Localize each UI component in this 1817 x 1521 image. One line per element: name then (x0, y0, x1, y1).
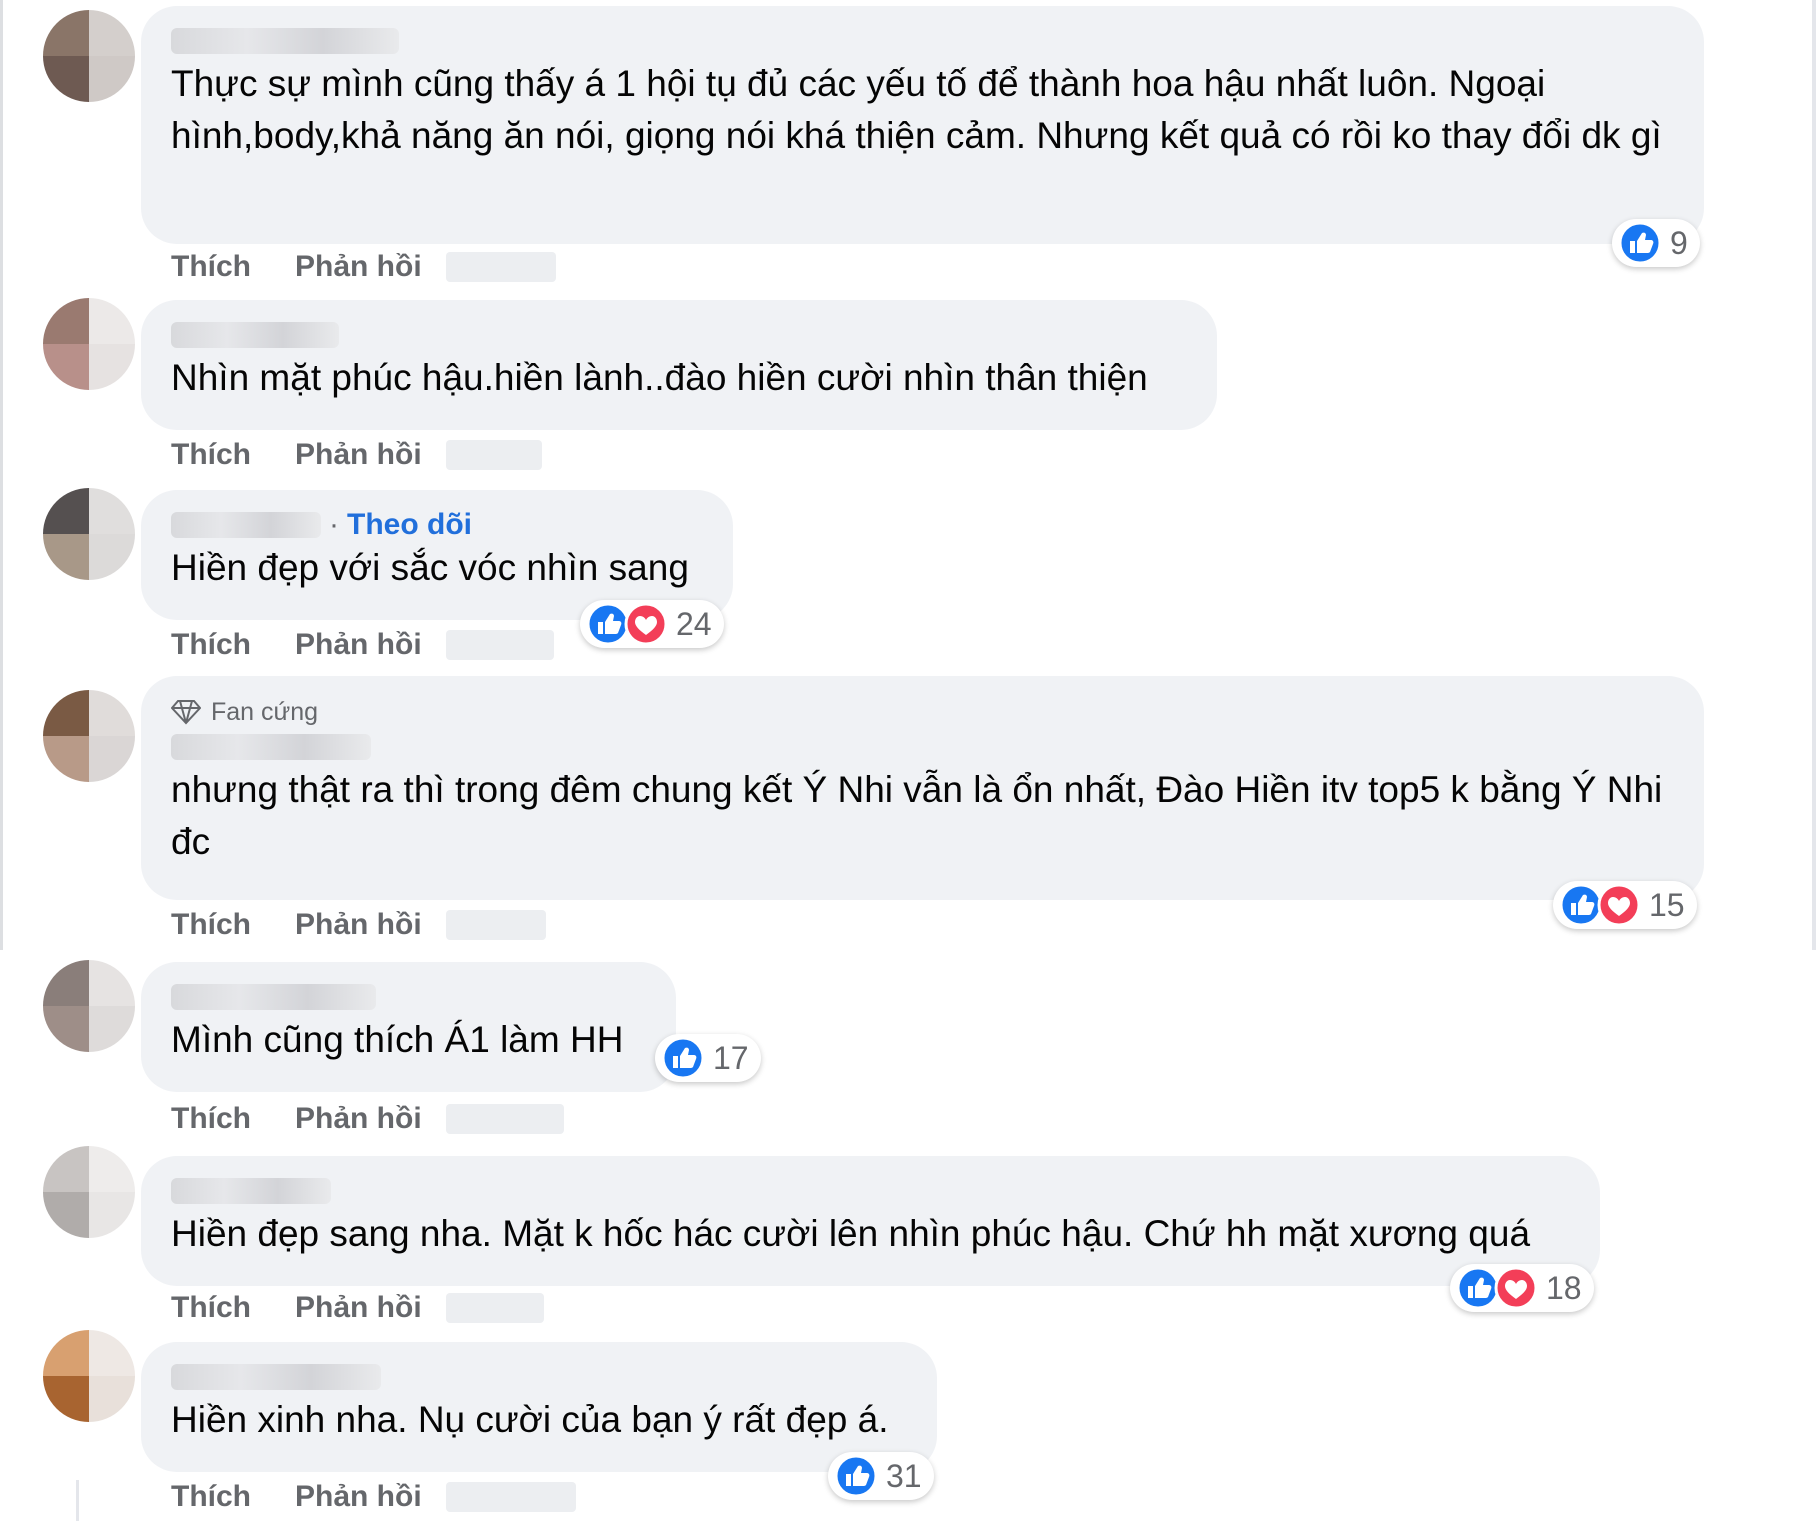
comment-text: Mình cũng thích Á1 làm HH (171, 1019, 624, 1060)
timestamp-blurred[interactable] (445, 630, 554, 660)
page-edge-right (1812, 0, 1816, 950)
comment-bubble: Hiền xinh nha. Nụ cười của bạn ý rất đẹp… (141, 1342, 937, 1472)
reply-button[interactable]: Phản hồi (295, 1480, 422, 1514)
fan-badge: Fan cứng (171, 694, 1674, 730)
fan-badge-label: Fan cứng (211, 697, 319, 726)
timestamp-blurred[interactable] (445, 910, 546, 940)
comment-bubble: Nhìn mặt phúc hậu.hiền lành..đào hiền cư… (141, 300, 1217, 430)
comment-bubble: Hiền đẹp sang nha. Mặt k hốc hác cười lê… (141, 1156, 1600, 1286)
comment-text: Thực sự mình cũng thấy á 1 hội tụ đủ các… (171, 63, 1662, 156)
reply-button[interactable]: Phản hồi (295, 1291, 422, 1325)
comment-actions: Thích Phản hồi (171, 908, 546, 942)
comment-actions: Thích Phản hồi (171, 1291, 544, 1325)
like-button[interactable]: Thích (171, 1291, 251, 1325)
diamond-icon (171, 700, 201, 725)
reactions-badge[interactable]: 15 (1553, 881, 1697, 929)
like-reaction-icon (834, 1454, 878, 1498)
love-reaction-icon (624, 602, 668, 646)
separator-dot: · (329, 508, 339, 541)
reaction-count: 31 (886, 1457, 922, 1494)
reaction-count: 17 (713, 1039, 749, 1076)
comment-actions: Thích Phản hồi (171, 1480, 576, 1514)
like-button[interactable]: Thích (171, 628, 251, 662)
comment-text: Hiền xinh nha. Nụ cười của bạn ý rất đẹp… (171, 1399, 889, 1440)
reaction-count: 15 (1649, 886, 1685, 923)
comment-bubble: Thực sự mình cũng thấy á 1 hội tụ đủ các… (141, 6, 1704, 244)
timestamp-blurred[interactable] (445, 440, 542, 470)
author-name-blurred[interactable] (171, 734, 371, 760)
avatar[interactable] (43, 1146, 135, 1238)
love-reaction-icon (1494, 1266, 1538, 1310)
avatar[interactable] (43, 1330, 135, 1422)
author-name-blurred[interactable] (171, 1178, 331, 1204)
author-name-blurred[interactable] (171, 322, 339, 348)
timestamp-blurred[interactable] (445, 1482, 576, 1512)
avatar[interactable] (43, 10, 135, 102)
reaction-count: 18 (1546, 1269, 1582, 1306)
author-name-blurred[interactable] (171, 512, 321, 538)
reaction-count: 9 (1670, 224, 1688, 261)
avatar[interactable] (43, 690, 135, 782)
like-reaction-icon (1618, 221, 1662, 265)
reactions-badge[interactable]: 24 (580, 600, 724, 648)
like-button[interactable]: Thích (171, 250, 251, 284)
author-name-blurred[interactable] (171, 1364, 381, 1390)
reply-button[interactable]: Phản hồi (295, 1102, 422, 1136)
comment-actions: Thích Phản hồi (171, 628, 554, 662)
timestamp-blurred[interactable] (445, 252, 556, 282)
comment-text: Hiền đẹp với sắc vóc nhìn sang (171, 547, 689, 588)
author-name-blurred[interactable] (171, 28, 399, 54)
reactions-badge[interactable]: 18 (1450, 1264, 1594, 1312)
author-name-blurred[interactable] (171, 984, 376, 1010)
timestamp-blurred[interactable] (445, 1293, 544, 1323)
comment-actions: Thích Phản hồi (171, 1102, 564, 1136)
comment-text: Nhìn mặt phúc hậu.hiền lành..đào hiền cư… (171, 357, 1148, 398)
reactions-badge[interactable]: 31 (828, 1452, 934, 1500)
page-edge-left (0, 0, 3, 950)
love-reaction-icon (1597, 883, 1641, 927)
like-button[interactable]: Thích (171, 1102, 251, 1136)
reactions-badge[interactable]: 9 (1612, 219, 1700, 267)
like-reaction-icon (661, 1036, 705, 1080)
timestamp-blurred[interactable] (445, 1104, 564, 1134)
avatar[interactable] (43, 298, 135, 390)
avatar[interactable] (43, 960, 135, 1052)
comment-text: nhưng thật ra thì trong đêm chung kết Ý … (171, 769, 1663, 862)
reply-button[interactable]: Phản hồi (295, 250, 422, 284)
comment-actions: Thích Phản hồi (171, 250, 556, 284)
comment-text: Hiền đẹp sang nha. Mặt k hốc hác cười lê… (171, 1213, 1531, 1254)
reply-button[interactable]: Phản hồi (295, 438, 422, 472)
like-button[interactable]: Thích (171, 438, 251, 472)
like-button[interactable]: Thích (171, 1480, 251, 1514)
reaction-count: 24 (676, 605, 712, 642)
comment-bubble: Fan cứng nhưng thật ra thì trong đêm chu… (141, 676, 1704, 900)
comment-bubble: Mình cũng thích Á1 làm HH (141, 962, 676, 1092)
reply-button[interactable]: Phản hồi (295, 628, 422, 662)
like-button[interactable]: Thích (171, 908, 251, 942)
thread-line (76, 1480, 79, 1521)
reactions-badge[interactable]: 17 (655, 1034, 761, 1082)
follow-link[interactable]: Theo dõi (347, 508, 472, 542)
comment-actions: Thích Phản hồi (171, 438, 542, 472)
avatar[interactable] (43, 488, 135, 580)
reply-button[interactable]: Phản hồi (295, 908, 422, 942)
